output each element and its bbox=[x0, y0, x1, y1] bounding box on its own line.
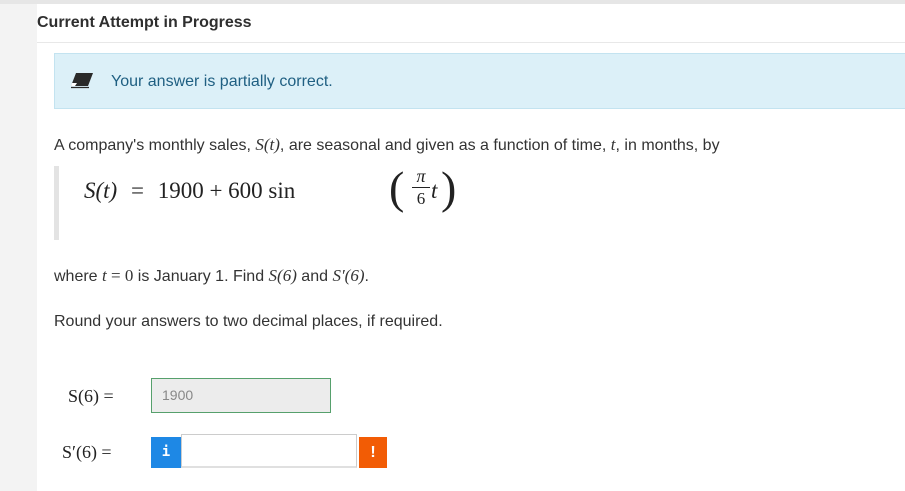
answer-input-s-prime-6[interactable] bbox=[181, 434, 357, 468]
fraction-denominator: 6 bbox=[416, 189, 426, 208]
text: is January 1. Find bbox=[133, 268, 269, 285]
text: , are seasonal and given as a function o… bbox=[279, 137, 611, 154]
answer-input-s6[interactable]: 1900 bbox=[151, 378, 331, 413]
feedback-message: Your answer is partially correct. bbox=[111, 73, 333, 90]
text: and bbox=[296, 268, 333, 285]
rounding-instruction: Round your answers to two decimal places… bbox=[54, 313, 443, 330]
left-paren: ( bbox=[389, 162, 405, 213]
formula-accent-bar bbox=[54, 166, 59, 240]
text: . bbox=[364, 268, 369, 285]
text: , in months, by bbox=[615, 137, 720, 154]
feedback-banner: Your answer is partially correct. bbox=[54, 53, 905, 109]
s-of-6: S(6) bbox=[268, 266, 297, 285]
question-where: where t = 0 is January 1. Find S(6) and … bbox=[54, 266, 369, 286]
divider bbox=[37, 42, 905, 43]
text: where bbox=[54, 268, 103, 285]
right-paren: ) bbox=[441, 162, 457, 213]
fraction-numerator: π bbox=[416, 166, 426, 186]
eraser-icon bbox=[71, 73, 93, 89]
function-symbol: S(t) bbox=[255, 135, 280, 154]
sales-formula: S(t) = 1900 + 600 sin ( π 6 t ) bbox=[84, 165, 456, 211]
fraction-bar bbox=[412, 187, 430, 188]
equals: = bbox=[106, 266, 125, 285]
s-prime-of-6: S′(6) bbox=[332, 266, 365, 285]
answer-label-s-prime-6: S′(6) = bbox=[62, 442, 112, 462]
question-intro: A company's monthly sales, S(t), are sea… bbox=[54, 135, 720, 155]
formula-lhs: S(t) bbox=[84, 178, 118, 203]
warning-icon[interactable]: ! bbox=[359, 437, 387, 468]
info-icon[interactable]: i bbox=[151, 437, 181, 468]
formula-rhs: 1900 + 600 sin bbox=[157, 178, 296, 203]
fraction-pi-over-6: π 6 bbox=[412, 166, 430, 209]
page-title: Current Attempt in Progress bbox=[37, 14, 252, 31]
text: A company's monthly sales, bbox=[54, 137, 256, 154]
answer-label-s6: S(6) = bbox=[68, 386, 114, 406]
formula-arg-var: t bbox=[431, 178, 438, 203]
formula-equals: = bbox=[130, 178, 144, 203]
